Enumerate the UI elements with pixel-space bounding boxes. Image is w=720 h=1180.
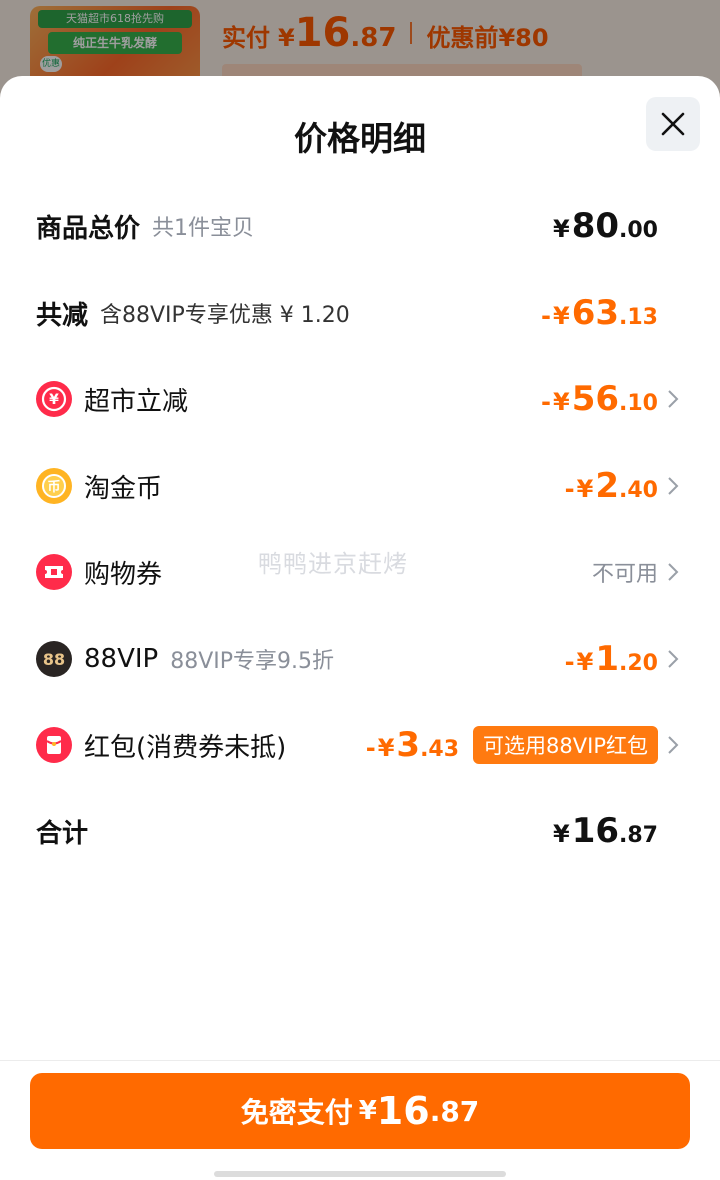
- row-red-packet[interactable]: 红包(消费券未抵) - ¥ 3 .43 可选用88VIP红包: [0, 715, 720, 775]
- reduction-amount: - ¥ 63 .13: [541, 293, 658, 333]
- pay-currency: ¥: [358, 1096, 377, 1126]
- amount-decimal: .10: [619, 391, 658, 416]
- reduction-note: 含88VIP专享优惠 ¥ 1.20: [100, 303, 350, 328]
- row-total-reduction: 共减 含88VIP专享优惠 ¥ 1.20 - ¥ 63 .13: [0, 283, 720, 343]
- price-detail-sheet: 价格明细 商品总价 共1件宝贝 ¥ 80 .00 共减 含88VIP专享优惠 ¥…: [0, 76, 720, 1180]
- supermarket-discount-label: 超市立减: [84, 386, 189, 417]
- amount-integer: 2: [595, 466, 620, 506]
- amount-integer: 80: [571, 206, 620, 246]
- svg-text:¥: ¥: [49, 392, 59, 408]
- svg-text:币: 币: [47, 480, 60, 495]
- shopping-coupon-label: 购物券: [84, 559, 163, 590]
- amount-decimal: .00: [619, 218, 658, 243]
- 88vip-red-packet-tag[interactable]: 可选用88VIP红包: [473, 726, 658, 764]
- ticket-icon: [36, 554, 72, 590]
- currency: ¥: [377, 734, 395, 762]
- row-sum: 合计 ¥ 16 .87: [0, 801, 720, 861]
- reduction-label: 共减: [36, 300, 89, 331]
- row-88vip[interactable]: 88 88VIP 88VIP专享9.5折 - ¥ 1 .20: [0, 629, 720, 689]
- taojinbi-amount: - ¥ 2 .40: [565, 466, 658, 506]
- amount-integer: 63: [571, 293, 620, 333]
- footer: 免密支付 ¥ 16 .87: [0, 1060, 720, 1180]
- currency: ¥: [576, 648, 594, 676]
- coupon-status: 不可用: [591, 562, 658, 587]
- taojinbi-label: 淘金币: [84, 473, 163, 504]
- row-taojinbi[interactable]: 币 淘金币 - ¥ 2 .40: [0, 456, 720, 516]
- sum-label: 合计: [36, 818, 89, 849]
- 88vip-label: 88VIP: [84, 644, 159, 674]
- currency: ¥: [552, 302, 570, 330]
- amount-integer: 3: [396, 725, 421, 765]
- gold-coin-icon: 币: [36, 468, 72, 504]
- 88vip-note: 88VIP专享9.5折: [170, 649, 335, 674]
- sum-amount: ¥ 16 .87: [553, 811, 658, 851]
- home-indicator[interactable]: [214, 1171, 506, 1177]
- red-packet-label: 红包(消费券未抵): [84, 732, 287, 763]
- amount-decimal: .13: [619, 305, 658, 330]
- chevron-right-icon: [668, 390, 679, 408]
- yen-coupon-icon: ¥: [36, 381, 72, 417]
- pay-integer: 16: [376, 1089, 430, 1133]
- sheet-title: 价格明细: [294, 119, 426, 158]
- minus-sign: -: [541, 388, 551, 416]
- amount-integer: 56: [571, 379, 620, 419]
- currency: ¥: [552, 215, 570, 243]
- red-packet-amount: - ¥ 3 .43: [366, 725, 459, 765]
- close-icon: [661, 112, 685, 136]
- amount-decimal: .20: [619, 651, 658, 676]
- close-button[interactable]: [646, 97, 700, 151]
- chevron-right-icon: [668, 477, 679, 495]
- watermark: 鸭鸭进京赶烤: [258, 550, 408, 578]
- chevron-right-icon: [668, 563, 679, 581]
- row-total-price: 商品总价 共1件宝贝 ¥ 80 .00: [0, 196, 720, 256]
- currency: ¥: [552, 388, 570, 416]
- pay-label: 免密支付: [240, 1096, 353, 1129]
- item-count: 共1件宝贝: [152, 216, 255, 241]
- currency: ¥: [576, 475, 594, 503]
- chevron-right-icon: [668, 736, 679, 754]
- badge-text: 88: [42, 649, 66, 669]
- amount-decimal: .43: [420, 737, 460, 762]
- password-free-pay-button[interactable]: 免密支付 ¥ 16 .87: [30, 1073, 690, 1149]
- currency: ¥: [552, 820, 570, 848]
- amount-integer: 16: [571, 811, 620, 851]
- minus-sign: -: [541, 302, 551, 330]
- total-price-amount: ¥ 80 .00: [553, 206, 658, 246]
- amount-integer: 1: [595, 639, 620, 679]
- total-price-label: 商品总价: [36, 213, 141, 244]
- minus-sign: -: [564, 475, 575, 503]
- minus-sign: -: [365, 734, 376, 762]
- pay-decimal: .87: [429, 1094, 480, 1128]
- chevron-right-icon: [668, 650, 679, 668]
- amount-decimal: .40: [619, 478, 658, 503]
- 88vip-badge-icon: 88: [36, 641, 72, 677]
- minus-sign: -: [564, 648, 575, 676]
- row-supermarket-discount[interactable]: ¥ 超市立减 - ¥ 56 .10: [0, 369, 720, 429]
- supermarket-discount-amount: - ¥ 56 .10: [541, 379, 658, 419]
- red-packet-icon: [36, 727, 72, 763]
- amount-decimal: .87: [619, 823, 658, 848]
- 88vip-amount: - ¥ 1 .20: [565, 639, 658, 679]
